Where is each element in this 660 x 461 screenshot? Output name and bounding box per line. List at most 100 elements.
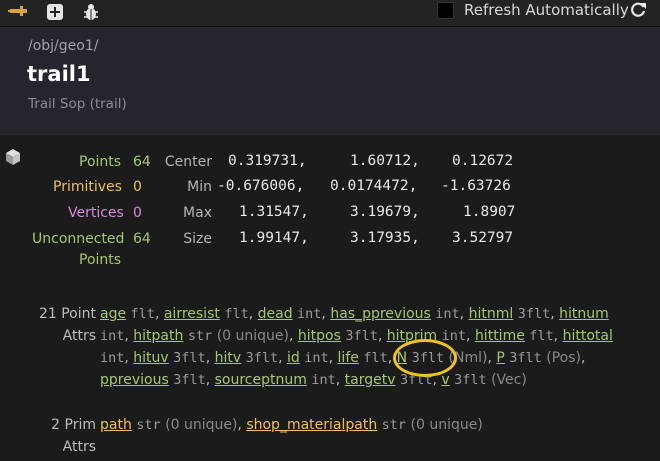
attr-name-targetv[interactable]: targetv [345,372,396,388]
attr-type: flt [529,328,554,344]
points-label: Points [79,154,122,170]
point-attrs-label-line2: Attrs [62,328,96,344]
node-header: /obj/geo1/ trail1 Trail Sop (trail) [0,27,660,134]
bug-icon[interactable] [81,3,101,21]
attr-type: 3flt [245,350,279,366]
pin-icon[interactable] [8,3,28,21]
attr-name-hitnum[interactable]: hitnum [559,306,609,322]
attr-name-hituv[interactable]: hituv [133,350,168,366]
attr-separator: , [335,372,345,388]
size-y: 3.17935, [350,230,420,246]
attr-type: 3flt [173,350,206,366]
attr-separator: , [580,350,586,366]
attr-separator: , [124,350,134,366]
attr-note: (0 unique) [165,417,238,433]
attr-name-dead[interactable]: dead [258,306,293,322]
attr-note: (Nml) [448,350,488,366]
attr-name-v[interactable]: v [441,372,449,388]
attr-type: 3flt [454,372,487,388]
attr-note: (Pos) [546,350,581,366]
attr-name-hittime[interactable]: hittime [475,328,525,344]
primitives-label: Primitives [53,179,122,195]
attr-name-path[interactable]: path [100,417,132,433]
center-y: 1.60712, [350,153,420,169]
attr-name-hitprim[interactable]: hitprim [387,328,437,344]
max-y: 3.19679, [350,204,420,220]
min-y: 0.0174472, [330,178,418,194]
attr-name-N[interactable]: N [397,350,407,366]
attr-note: (0 unique) [410,417,483,433]
attr-separator: , [550,306,560,322]
attr-name-hitnml[interactable]: hitnml [469,306,514,322]
toolbar: Refresh Automatically [0,0,660,27]
attr-type: 3flt [517,306,551,322]
refresh-icon[interactable] [629,1,647,24]
attr-separator: , [205,350,215,366]
refresh-label[interactable]: Refresh Automatically [464,1,629,19]
attr-type: int [435,306,460,322]
attr-name-sourceptnum[interactable]: sourceptnum [215,372,307,388]
attr-separator: , [248,306,258,322]
attr-name-id[interactable]: id [287,350,300,366]
refresh-checkbox[interactable] [437,2,454,19]
attr-name-hitpath[interactable]: hitpath [133,328,183,344]
node-name: trail1 [27,62,91,86]
center-x: 0.319731, [228,153,307,169]
point-attrs-list: age flt, airresist flt, dead int, has_pp… [100,303,640,391]
max-z: 1.8907 [463,204,516,220]
attr-name-life[interactable]: life [338,350,359,366]
attr-name-pprevious[interactable]: pprevious [100,372,169,388]
max-x: 1.31547, [239,204,309,220]
attr-separator: , [154,306,164,322]
min-z: -1.63726 [441,178,511,194]
attr-name-airresist[interactable]: airresist [164,306,220,322]
attr-name-hittotal[interactable]: hittotal [563,328,613,344]
center-label: Center [164,154,212,170]
max-label: Max [183,205,212,221]
size-x: 1.99147, [239,230,309,246]
add-icon[interactable] [45,3,65,21]
point-attrs-label-line1: 21 Point [38,306,96,322]
attr-separator: , [288,328,298,344]
attr-type: int [100,328,125,344]
attr-type: 3flt [411,350,445,366]
attr-name-P[interactable]: P [496,350,504,366]
node-type: Trail Sop (trail) [28,96,127,112]
prim-attrs-list: path str (0 unique), shop_materialpath s… [100,414,640,436]
attr-type: int [441,328,467,344]
attr-type: 3flt [399,372,433,388]
attr-name-hitv[interactable]: hitv [215,350,242,366]
point-attrs-label: 21 Point Attrs [0,303,96,347]
attr-separator: , [237,417,247,433]
attr-type: str [187,328,213,344]
unconnected-label: Unconnected [32,231,125,247]
attr-name-age[interactable]: age [100,306,126,322]
min-label: Min [187,179,212,195]
points-count: 64 [133,154,151,170]
attr-name-shop_materialpath[interactable]: shop_materialpath [246,417,377,433]
attr-separator: , [377,328,387,344]
prim-attrs-label: 2 Prim Attrs [0,414,96,458]
attr-separator: , [459,306,469,322]
unconnected-label-2: Points [79,252,122,268]
primitives-count: 0 [133,179,142,195]
attr-type: flt [130,306,155,322]
geometry-cube-icon [4,148,22,166]
attr-type: int [311,372,336,388]
attr-separator: , [553,328,563,344]
attr-type: 3flt [509,350,542,366]
attr-type: str [136,417,161,433]
attr-separator: , [328,350,338,366]
attr-type: int [100,350,125,366]
attr-type: 3flt [345,328,378,344]
attr-note: (Vec) [491,372,527,388]
size-z: 3.52797 [452,230,514,246]
attr-separator: , [466,328,475,344]
attr-type: int [304,350,329,366]
attr-type: flt [363,350,388,366]
attr-name-has_pprevious[interactable]: has_pprevious [330,306,431,322]
attr-separator: , [278,350,288,366]
prim-attrs-label-line2: Attrs [62,439,96,455]
min-x: -0.676006, [217,178,305,194]
attr-name-hitpos[interactable]: hitpos [298,328,341,344]
